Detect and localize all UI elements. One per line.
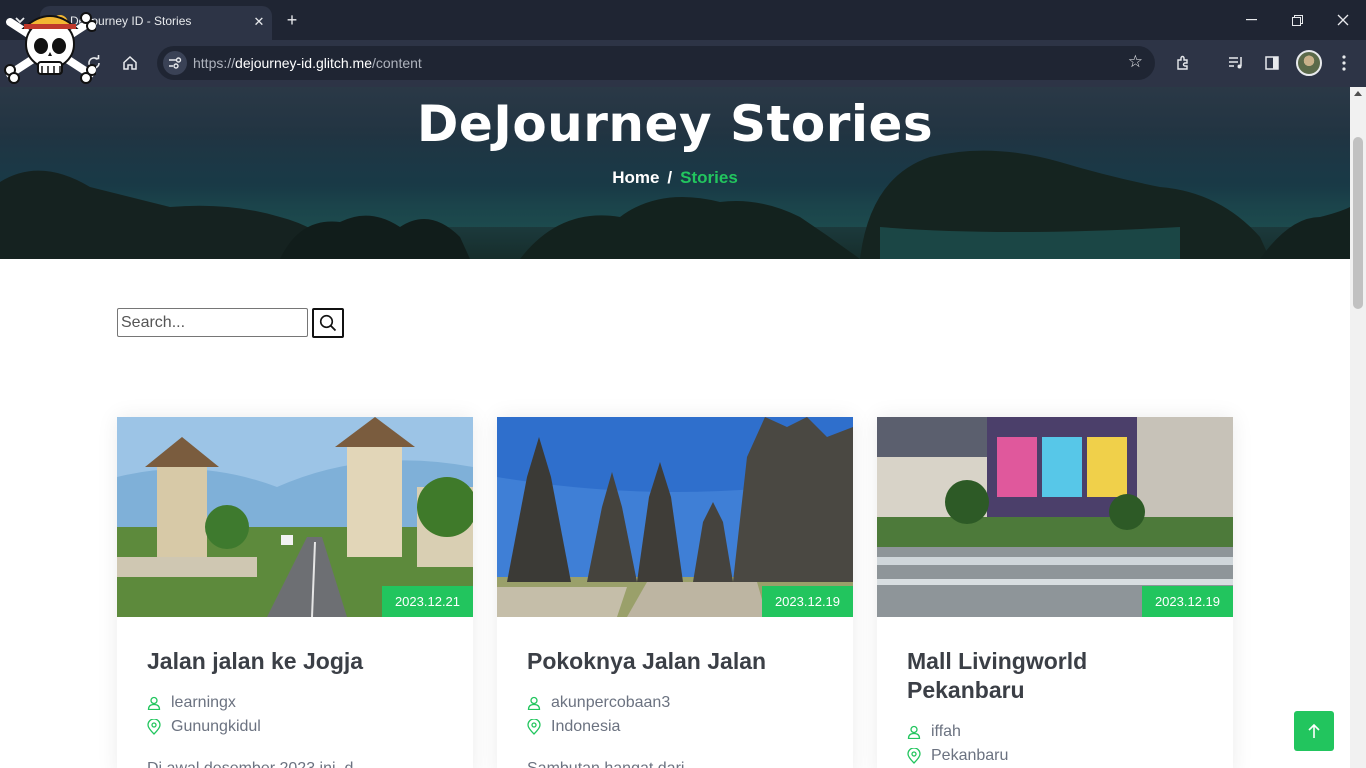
sidebar-icon[interactable] (1260, 51, 1284, 75)
home-icon[interactable] (118, 51, 142, 75)
skull-logo-icon (4, 12, 96, 84)
site-info-icon[interactable] (163, 51, 187, 75)
page-scrollbar[interactable] (1350, 87, 1366, 768)
breadcrumb: Home / Stories (0, 168, 1350, 188)
location-pin-icon (907, 748, 921, 764)
close-icon[interactable]: ✕ (250, 13, 268, 31)
breadcrumb-separator: / (667, 168, 673, 187)
story-author: iffah (907, 723, 961, 741)
page-title: DeJourney Stories (416, 95, 934, 153)
location-pin-icon (527, 719, 541, 735)
star-icon[interactable]: ☆ (1128, 52, 1143, 72)
minimize-icon[interactable] (1236, 8, 1266, 32)
story-location: Pekanbaru (907, 747, 1008, 765)
menu-icon[interactable] (1332, 51, 1356, 75)
story-location-name: Gunungkidul (171, 718, 261, 735)
maximize-icon[interactable] (1282, 8, 1312, 32)
location-pin-icon (147, 719, 161, 735)
story-title[interactable]: Mall Livingworld Pekanbaru (907, 647, 1207, 705)
breadcrumb-home-link[interactable]: Home (612, 168, 659, 187)
extensions-icon[interactable] (1171, 51, 1195, 75)
scroll-thumb[interactable] (1353, 137, 1363, 309)
scroll-up-arrow[interactable] (1354, 91, 1362, 96)
search-button[interactable] (312, 308, 344, 338)
avatar[interactable] (1296, 50, 1322, 76)
story-author-name: akunpercobaan3 (551, 694, 671, 711)
story-location-name: Indonesia (551, 718, 621, 735)
user-icon (527, 696, 541, 710)
address-bar[interactable]: https://dejourney-id.glitch.me/content ☆ (157, 46, 1155, 80)
story-date-badge: 2023.12.19 (762, 586, 853, 617)
hero-banner: DeJourney Stories Home / Stories (0, 87, 1350, 259)
browser-chrome: DeJourney ID - Stories ✕ + https://dejou… (0, 0, 1366, 87)
page-viewport: DeJourney Stories Home / Stories Search.… (0, 87, 1350, 768)
story-card[interactable]: 2023.12.19 Pokoknya Jalan Jalan akunperc… (497, 417, 853, 768)
story-excerpt: Sambutan hangat dari (527, 760, 684, 768)
window-close-icon[interactable] (1328, 8, 1358, 32)
story-location-name: Pekanbaru (931, 747, 1009, 764)
story-author: learningx (147, 694, 236, 712)
story-card[interactable]: 2023.12.19 Mall Livingworld Pekanbaru if… (877, 417, 1233, 768)
story-author: akunpercobaan3 (527, 694, 670, 712)
story-date-badge: 2023.12.21 (382, 586, 473, 617)
story-author-name: learningx (171, 694, 236, 711)
story-title[interactable]: Jalan jalan ke Jogja (147, 647, 447, 676)
plus-icon[interactable]: + (281, 9, 303, 31)
user-icon (907, 725, 921, 739)
browser-toolbar: https://dejourney-id.glitch.me/content ☆ (0, 40, 1366, 87)
story-author-name: iffah (931, 723, 961, 740)
back-to-top-button[interactable] (1294, 711, 1334, 751)
search-icon (319, 314, 337, 332)
url-text: https://dejourney-id.glitch.me/content (193, 55, 422, 71)
story-location: Indonesia (527, 718, 620, 736)
story-date-badge: 2023.12.19 (1142, 586, 1233, 617)
story-location: Gunungkidul (147, 718, 261, 736)
media-icon[interactable] (1224, 51, 1248, 75)
search-input[interactable] (117, 308, 308, 337)
tab-strip: DeJourney ID - Stories ✕ + (0, 0, 1366, 40)
arrow-up-icon (1308, 723, 1320, 738)
user-icon (147, 696, 161, 710)
breadcrumb-current: Stories (680, 168, 738, 187)
story-card[interactable]: 2023.12.21 Jalan jalan ke Jogja learning… (117, 417, 473, 768)
story-excerpt: Di awal desember 2023 ini, d (147, 760, 353, 768)
story-title[interactable]: Pokoknya Jalan Jalan (527, 647, 827, 676)
